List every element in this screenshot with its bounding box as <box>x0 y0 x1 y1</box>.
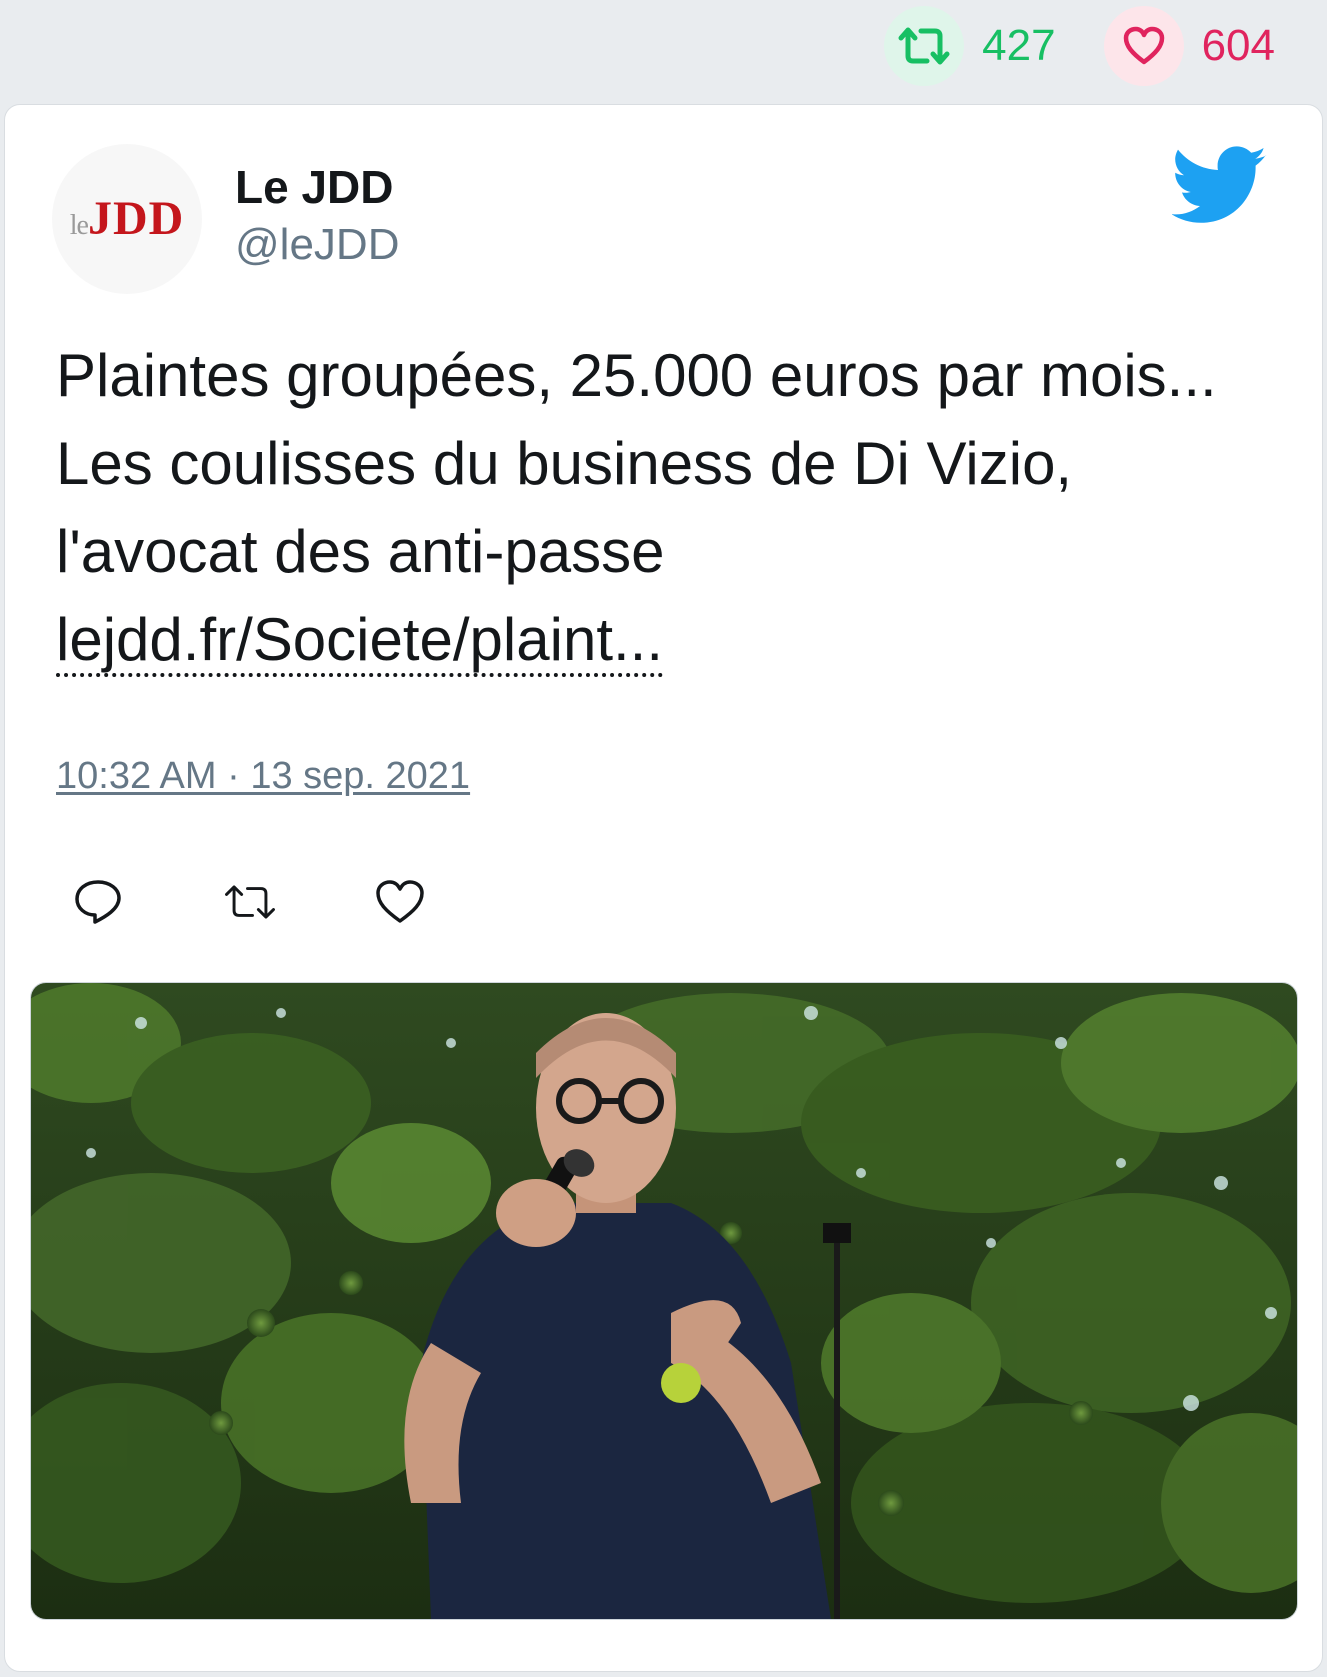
retweet-stat[interactable]: 427 <box>884 6 1056 86</box>
author-name[interactable]: Le JDD <box>235 160 399 215</box>
jdd-logo: leJDD <box>70 195 185 243</box>
logo-le-text: le <box>69 210 89 241</box>
author-handle[interactable]: @leJDD <box>235 219 399 272</box>
author-block[interactable]: Le JDD @leJDD <box>235 160 399 272</box>
logo-jdd-text: JDD <box>87 192 185 245</box>
twitter-bird-icon[interactable] <box>1172 146 1268 226</box>
like-stat[interactable]: 604 <box>1103 6 1275 86</box>
like-count: 604 <box>1201 21 1275 70</box>
heart-icon <box>376 880 424 923</box>
tweet-photo[interactable] <box>30 982 1298 1620</box>
heart-icon <box>1103 6 1184 86</box>
tweet-timestamp[interactable]: 10:32 AM · 13 sep. 2021 <box>56 755 470 798</box>
tweet-link[interactable]: lejdd.fr/Societe/plaint... <box>56 606 664 677</box>
retweet-count: 427 <box>982 21 1056 70</box>
reply-icon <box>75 880 121 924</box>
retweet-icon <box>225 885 275 919</box>
like-button[interactable] <box>374 876 426 928</box>
retweet-icon <box>884 6 965 86</box>
photo-illustration <box>31 983 1297 1619</box>
avatar[interactable]: leJDD <box>52 144 202 294</box>
tweet-actions <box>72 876 526 928</box>
retweet-button[interactable] <box>224 876 276 928</box>
tweet-text: Plaintes groupées, 25.000 euros par mois… <box>56 332 1256 684</box>
tweet-body: Plaintes groupées, 25.000 euros par mois… <box>56 342 1217 585</box>
engagement-stats: 427 604 <box>884 0 1327 92</box>
reply-button[interactable] <box>72 876 124 928</box>
